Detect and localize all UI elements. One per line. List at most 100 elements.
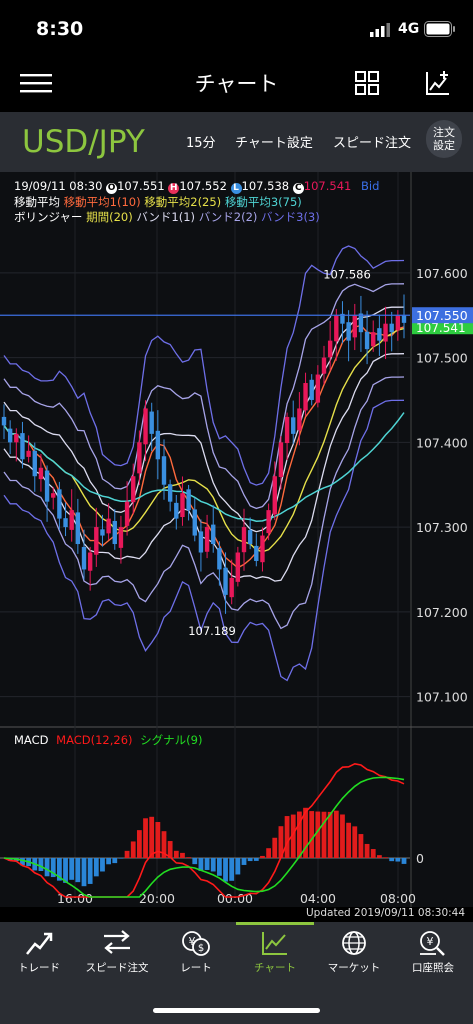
- candle-body: [87, 552, 93, 571]
- macd-histogram-bar: [216, 858, 222, 876]
- macd-histogram-bar: [223, 858, 228, 882]
- y-tick-label: 107.100: [416, 690, 468, 705]
- candle-body: [260, 535, 265, 563]
- candle-body: [118, 527, 124, 548]
- high-badge: H: [168, 183, 180, 194]
- candle-body: [309, 379, 314, 400]
- network-type: 4G: [398, 21, 420, 37]
- nav-item-trade[interactable]: トレード: [0, 930, 78, 975]
- price-chart: 107.600 107.500 107.400 107.300 107.200 107.1…: [0, 172, 473, 907]
- candle-body: [51, 493, 56, 498]
- chart-settings-button[interactable]: チャート設定: [235, 132, 313, 151]
- candle-body: [327, 340, 333, 358]
- macd-histogram-bar: [370, 849, 376, 858]
- macd-histogram-bar: [364, 843, 370, 858]
- battery-icon: [424, 21, 455, 37]
- macd-histogram-bar: [192, 858, 198, 865]
- nav-item-rate[interactable]: ¥ $ レート: [157, 930, 235, 975]
- currency-pair[interactable]: USD/JPY: [22, 124, 145, 160]
- order-settings-button[interactable]: 注文 設定: [426, 120, 462, 158]
- bid-label: Bid: [360, 179, 380, 193]
- candle-body: [254, 545, 259, 561]
- nav-item-account[interactable]: ¥ 口座照会: [394, 930, 472, 975]
- ohlc-line: 19/09/11 08:30 O 107.551 H 107.552 L 107.53…: [14, 179, 379, 194]
- macd-histogram-bar: [81, 858, 87, 887]
- macd-title: MACD: [14, 733, 49, 747]
- macd-histogram-bar: [100, 858, 105, 872]
- macd-histogram-bar: [173, 850, 179, 858]
- nav-label-market: マーケット: [327, 962, 381, 974]
- bb-label: ボリンジャー: [14, 210, 83, 224]
- macd-histogram-bar: [284, 816, 290, 858]
- x-tick-label: 04:00: [300, 891, 336, 906]
- candle-body: [137, 442, 142, 474]
- macd-histogram-bar: [229, 858, 235, 881]
- bb-period: 期間(20): [86, 210, 133, 224]
- order-settings-label-2: 設定: [433, 139, 455, 152]
- candle-body: [315, 374, 321, 403]
- macd-histogram-bar: [235, 858, 241, 875]
- macd-histogram-bar: [253, 858, 259, 861]
- candle-body: [131, 476, 136, 503]
- band2-legend: バンド2(2): [198, 210, 258, 224]
- candle-body: [14, 433, 19, 443]
- macd-histogram-bar: [180, 852, 185, 858]
- candle-body: [278, 442, 284, 478]
- candle-body: [94, 527, 99, 555]
- nav-item-market[interactable]: マーケット: [315, 930, 393, 975]
- last-price-label: 107.541: [416, 321, 466, 335]
- updated-timestamp: Updated 2019/09/11 08:30:44: [306, 907, 466, 919]
- candle-body: [229, 577, 234, 598]
- macd-histogram-bar: [340, 814, 345, 858]
- chart-area[interactable]: 107.600 107.500 107.400 107.300 107.200 107.1…: [0, 172, 473, 907]
- candle-body: [352, 315, 357, 338]
- ohlc-datetime: 19/09/11 08:30: [14, 179, 103, 193]
- macd-histogram-bar: [296, 811, 302, 858]
- macd-histogram-bar: [143, 818, 148, 858]
- macd-histogram-bar: [260, 855, 265, 858]
- candle-body: [7, 428, 13, 443]
- bid-price-label: 107.550: [416, 308, 468, 323]
- candle-body: [167, 484, 173, 502]
- candle-body: [155, 430, 161, 460]
- macd-histogram-bar: [38, 858, 44, 872]
- candle-body: [401, 315, 407, 323]
- candle-body: [57, 489, 62, 519]
- layout-grid-icon[interactable]: [355, 71, 379, 95]
- candle-body: [272, 476, 277, 515]
- macd-histogram-bar: [136, 830, 142, 858]
- macd-histogram-bar: [395, 858, 401, 862]
- speed-order-button[interactable]: スピード注文: [333, 132, 411, 151]
- close-badge: C: [292, 183, 304, 194]
- account-icon: ¥: [420, 931, 445, 956]
- candle-body: [346, 322, 351, 341]
- candle-body: [241, 527, 247, 553]
- home-indicator: [153, 1008, 320, 1013]
- macd-legend: MACD MACD(12,26) シグナル(9): [14, 732, 202, 748]
- nav-item-speed-order[interactable]: スピード注文: [78, 930, 156, 975]
- candle-body: [297, 408, 302, 431]
- ma-label: 移動平均: [14, 195, 60, 209]
- nav-label-speed-order: スピード注文: [85, 962, 149, 974]
- nav-item-chart[interactable]: チャート: [236, 930, 314, 975]
- candle-body: [383, 323, 388, 342]
- signal-legend-line: シグナル(9): [140, 733, 203, 747]
- nav-label-trade: トレード: [18, 962, 60, 974]
- candle-body: [161, 456, 167, 485]
- y-tick-label: 107.400: [416, 435, 468, 450]
- macd-histogram-bar: [333, 810, 339, 858]
- macd-histogram-bar: [401, 858, 407, 864]
- order-settings-label-1: 注文: [433, 126, 455, 139]
- status-time: 8:30: [36, 18, 84, 40]
- add-indicator-icon[interactable]: [425, 70, 451, 96]
- macd-zero-label: 0: [416, 851, 424, 866]
- candle-body: [284, 416, 290, 444]
- macd-histogram-bar: [93, 858, 99, 877]
- interval-button[interactable]: 15分: [186, 132, 216, 151]
- band3-legend: バンド3(3): [261, 210, 320, 224]
- macd-histogram-bar: [186, 857, 192, 858]
- x-tick-label: 16:00: [57, 891, 93, 906]
- candle-body: [266, 510, 271, 534]
- y-tick-label: 107.600: [416, 266, 468, 281]
- nav-label-rate: レート: [180, 962, 212, 974]
